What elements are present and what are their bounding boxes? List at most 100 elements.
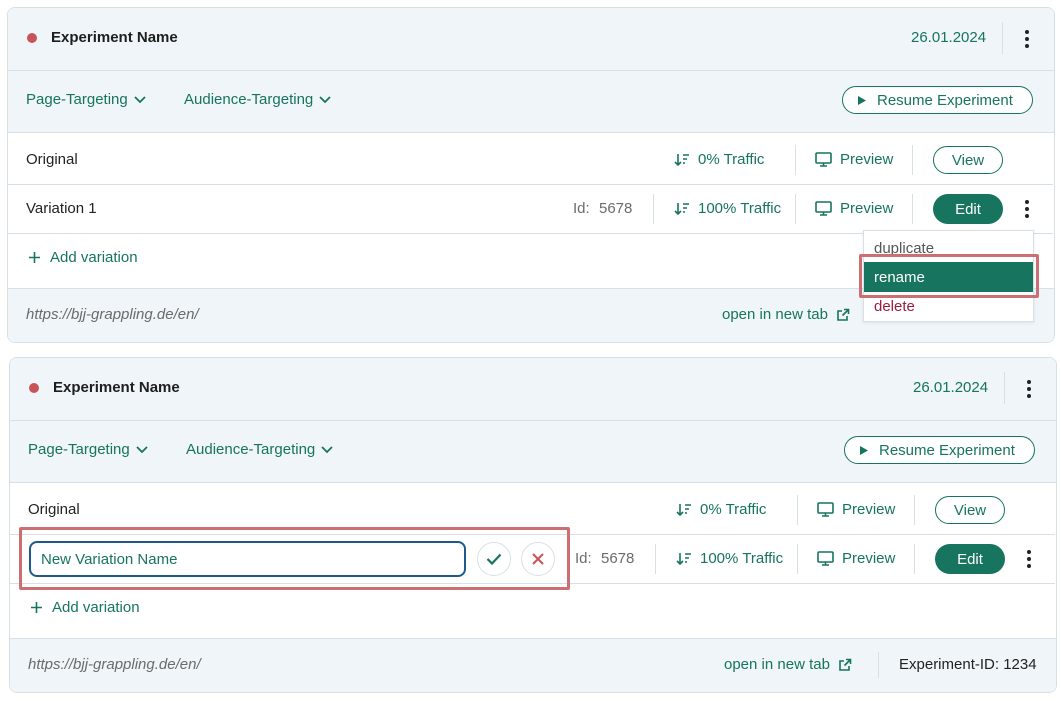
traffic-control[interactable]: 0% Traffic (676, 501, 766, 518)
audience-targeting-dropdown[interactable]: Audience-Targeting (186, 441, 333, 458)
page-targeting-label: Page-Targeting (26, 91, 128, 108)
preview-link[interactable]: Preview (817, 501, 895, 518)
add-variation-button[interactable]: Add variation (31, 599, 140, 616)
resume-experiment-button[interactable]: Resume Experiment (844, 436, 1035, 464)
chevron-down-icon (319, 95, 331, 103)
divider (914, 495, 915, 525)
sort-traffic-icon (676, 503, 691, 516)
open-in-new-tab-label: open in new tab (722, 306, 828, 323)
resume-label: Resume Experiment (879, 441, 1015, 459)
experiment-title: Experiment Name (51, 29, 178, 46)
sort-traffic-icon (676, 552, 691, 565)
experiment-title: Experiment Name (53, 379, 180, 396)
traffic-value: 0% Traffic (700, 501, 767, 518)
status-dot-icon (27, 33, 37, 43)
preview-link[interactable]: Preview (815, 200, 893, 217)
open-in-new-tab-link[interactable]: open in new tab (722, 306, 850, 323)
kebab-menu-icon[interactable] (1027, 550, 1031, 568)
preview-label: Preview (840, 151, 894, 168)
variation-id-label: Id: (573, 200, 590, 217)
kebab-menu-icon[interactable] (1027, 380, 1031, 398)
monitor-icon (817, 502, 834, 517)
traffic-control[interactable]: 100% Traffic (674, 200, 781, 217)
confirm-rename-button[interactable] (477, 542, 511, 576)
play-icon (860, 445, 868, 455)
traffic-value: 100% Traffic (698, 200, 782, 217)
divider (912, 145, 913, 175)
sort-traffic-icon (674, 153, 689, 166)
traffic-value: 0% Traffic (698, 151, 765, 168)
kebab-menu-icon[interactable] (1025, 200, 1029, 218)
original-label: Original (28, 501, 80, 518)
traffic-control[interactable]: 100% Traffic (676, 550, 783, 567)
page-targeting-dropdown[interactable]: Page-Targeting (26, 91, 146, 108)
experiment-date: 26.01.2024 (913, 379, 989, 396)
page-targeting-label: Page-Targeting (28, 441, 130, 458)
add-variation-label: Add variation (52, 599, 140, 616)
edit-button[interactable]: Edit (935, 544, 1005, 574)
row-divider (10, 534, 1055, 535)
experiment-card-2 (9, 357, 1057, 693)
preview-link[interactable]: Preview (817, 550, 895, 567)
divider (912, 194, 913, 224)
chevron-down-icon (136, 445, 148, 453)
audience-targeting-dropdown[interactable]: Audience-Targeting (184, 91, 331, 108)
add-variation-label: Add variation (50, 249, 138, 266)
variation-name-input[interactable] (29, 541, 466, 577)
plus-icon (31, 602, 42, 613)
menu-item-delete[interactable]: delete (864, 294, 1033, 318)
divider (1002, 22, 1003, 54)
experiment-date: 26.01.2024 (911, 29, 987, 46)
divider (797, 544, 798, 574)
divider (914, 544, 915, 574)
divider (1004, 372, 1005, 404)
edit-button[interactable]: Edit (933, 194, 1003, 224)
plus-icon (29, 252, 40, 263)
variation-label: Variation 1 (26, 200, 97, 217)
variation-id-value: 5678 (599, 200, 633, 217)
preview-label: Preview (840, 200, 894, 217)
experiment-id: Experiment-ID: 1234 (899, 656, 1037, 673)
variation-id-label: Id: (575, 550, 592, 567)
cancel-rename-button[interactable] (521, 542, 555, 576)
divider (797, 495, 798, 525)
add-variation-button[interactable]: Add variation (29, 249, 138, 266)
resume-label: Resume Experiment (877, 91, 1013, 109)
page-targeting-dropdown[interactable]: Page-Targeting (28, 441, 148, 458)
experiment-url: https://bjj-grappling.de/en/ (28, 656, 201, 673)
divider (653, 194, 654, 224)
menu-item-rename[interactable]: rename (864, 262, 1033, 292)
row-divider (8, 184, 1053, 185)
preview-link[interactable]: Preview (815, 151, 893, 168)
view-button[interactable]: View (933, 146, 1003, 174)
external-link-icon (839, 658, 852, 671)
traffic-control[interactable]: 0% Traffic (674, 151, 764, 168)
sort-traffic-icon (674, 202, 689, 215)
check-icon (486, 553, 502, 565)
view-button[interactable]: View (935, 496, 1005, 524)
monitor-icon (815, 201, 832, 216)
original-label: Original (26, 151, 78, 168)
audience-targeting-label: Audience-Targeting (186, 441, 316, 458)
resume-experiment-button[interactable]: Resume Experiment (842, 86, 1033, 114)
play-icon (858, 95, 866, 105)
chevron-down-icon (134, 95, 146, 103)
monitor-icon (815, 152, 832, 167)
menu-item-duplicate[interactable]: duplicate (864, 236, 1033, 260)
preview-label: Preview (842, 550, 896, 567)
status-dot-icon (29, 383, 39, 393)
audience-targeting-label: Audience-Targeting (184, 91, 314, 108)
divider (655, 544, 656, 574)
kebab-menu-icon[interactable] (1025, 30, 1029, 48)
open-in-new-tab-label: open in new tab (724, 656, 830, 673)
divider (795, 194, 796, 224)
experiment-url: https://bjj-grappling.de/en/ (26, 306, 199, 323)
preview-label: Preview (842, 501, 896, 518)
variation-id-value: 5678 (601, 550, 635, 567)
chevron-down-icon (321, 445, 333, 453)
variation-context-menu: duplicate rename delete (863, 230, 1034, 322)
external-link-icon (837, 308, 850, 321)
open-in-new-tab-link[interactable]: open in new tab (724, 656, 852, 673)
divider (878, 652, 879, 678)
row-divider (10, 583, 1055, 584)
